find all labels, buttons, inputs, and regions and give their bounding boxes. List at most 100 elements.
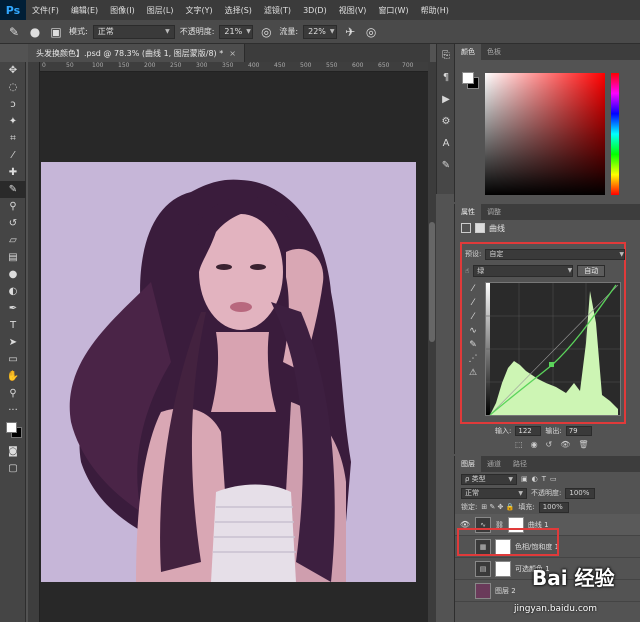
menu-select[interactable]: 选择(S) (219, 5, 258, 16)
menu-help[interactable]: 帮助(H) (415, 5, 455, 16)
mode-select[interactable]: 正常 ▼ (92, 24, 175, 39)
lock-icons[interactable]: ⊞ ✎ ✥ 🔒 (481, 503, 514, 511)
tab-channels[interactable]: 通道 (481, 456, 507, 472)
brush-preset-icon[interactable]: ● (27, 24, 43, 40)
blend-mode-select[interactable]: 正常 ▼ (461, 487, 527, 499)
close-document-icon[interactable]: × (229, 49, 236, 58)
layer-filter-select[interactable]: ρ 类型 ▼ (461, 473, 517, 485)
ruler-tick: 400 (248, 62, 260, 69)
type-tool-icon[interactable]: T (0, 317, 26, 334)
layer-opacity-input[interactable]: 100% (565, 487, 596, 499)
blur-tool-icon[interactable]: ● (0, 266, 26, 283)
color-picker-field[interactable] (485, 73, 605, 195)
brush-panel-icon[interactable]: ▣ (48, 24, 64, 40)
adjustments-panel-icon[interactable]: ⚙ (437, 110, 455, 132)
hand-tool-icon[interactable]: ✋ (0, 368, 26, 385)
hue-slider[interactable] (611, 73, 619, 195)
gray-point-eyedropper-icon[interactable]: ⁄ (466, 298, 480, 312)
eraser-tool-icon[interactable]: ▱ (0, 232, 26, 249)
mask-icon[interactable] (475, 223, 485, 233)
airbrush-icon[interactable]: ✈ (342, 24, 358, 40)
lasso-tool-icon[interactable]: ↄ (0, 96, 26, 113)
delete-icon[interactable]: 🗑 (578, 440, 588, 449)
opacity-input[interactable]: 21% ▼ (219, 24, 254, 39)
history-brush-tool-icon[interactable]: ↺ (0, 215, 26, 232)
crop-tool-icon[interactable]: ⌗ (0, 130, 26, 147)
menu-filter[interactable]: 滤镜(T) (258, 5, 297, 16)
filter-pixel-icon[interactable]: ▣ (521, 475, 528, 483)
pressure-size-icon[interactable]: ◎ (363, 24, 379, 40)
brush-tool-icon[interactable]: ✎ (6, 24, 22, 40)
canvas-scrollbar[interactable] (428, 62, 436, 622)
auto-button[interactable]: 自动 (577, 265, 606, 277)
screen-mode-icon[interactable]: ▢ (0, 460, 26, 477)
menu-view[interactable]: 视图(V) (333, 5, 373, 16)
clip-to-layer-icon[interactable]: ⬚ (515, 440, 523, 449)
tab-color[interactable]: 颜色 (455, 44, 481, 60)
smooth-curve-icon[interactable]: ⋰ (466, 354, 480, 368)
flow-input[interactable]: 22% ▼ (303, 24, 338, 39)
character-panel-icon[interactable]: A (437, 132, 455, 154)
properties-title: 曲线 (489, 223, 505, 233)
dodge-tool-icon[interactable]: ◐ (0, 283, 26, 300)
scroll-thumb[interactable] (429, 222, 435, 342)
pressure-opacity-icon[interactable]: ◎ (258, 24, 274, 40)
quick-select-tool-icon[interactable]: ✦ (0, 113, 26, 130)
color-swatches[interactable] (0, 419, 25, 443)
curve-edit-icon[interactable]: ∿ (466, 326, 480, 340)
document-tab[interactable]: 头发换颜色】.psd @ 78.3% (曲线 1, 图层蒙版/8) * × (28, 44, 245, 62)
clone-stamp-tool-icon[interactable]: ⚲ (0, 198, 26, 215)
output-value[interactable]: 79 (565, 426, 592, 436)
shape-tool-icon[interactable]: ▭ (0, 351, 26, 368)
menu-window[interactable]: 窗口(W) (372, 5, 414, 16)
eyedropper-tool-icon[interactable]: ⁄ (0, 147, 26, 164)
view-previous-icon[interactable]: ◉ (531, 440, 538, 449)
marquee-tool-icon[interactable]: ◌ (0, 79, 26, 96)
black-point-eyedropper-icon[interactable]: ⁄ (466, 284, 480, 298)
path-select-tool-icon[interactable]: ➤ (0, 334, 26, 351)
tab-layers[interactable]: 图层 (455, 456, 481, 472)
move-tool-icon[interactable]: ✥ (0, 62, 26, 79)
more-tools-icon[interactable]: ··· (0, 402, 26, 419)
brush-tool-active-icon[interactable]: ✎ (0, 181, 26, 198)
document-image[interactable] (41, 162, 416, 582)
quick-mask-icon[interactable]: ◙ (0, 443, 26, 460)
canvas-area[interactable] (40, 72, 428, 622)
tab-adjustments[interactable]: 调整 (481, 204, 507, 220)
white-point-eyedropper-icon[interactable]: ⁄ (466, 312, 480, 326)
menu-image[interactable]: 图像(I) (104, 5, 141, 16)
fill-input[interactable]: 100% (538, 501, 569, 513)
actions-panel-icon[interactable]: ▶ (437, 88, 455, 110)
input-value[interactable]: 122 (515, 426, 542, 436)
clipping-warning-icon[interactable]: ⚠ (466, 368, 480, 382)
opacity-label: 不透明度: (179, 27, 215, 36)
tool-presets-icon[interactable]: ✎ (437, 154, 455, 176)
target-adjust-icon[interactable]: ☝ (465, 267, 469, 275)
healing-tool-icon[interactable]: ✚ (0, 164, 26, 181)
tab-properties[interactable]: 属性 (455, 204, 481, 220)
curves-plot (486, 283, 620, 416)
menu-layer[interactable]: 图层(L) (141, 5, 180, 16)
zoom-tool-icon[interactable]: ⚲ (0, 385, 26, 402)
gradient-tool-icon[interactable]: ▤ (0, 249, 26, 266)
filter-adjust-icon[interactable]: ◐ (532, 475, 538, 483)
menu-type[interactable]: 文字(Y) (179, 5, 218, 16)
menu-edit[interactable]: 编辑(E) (65, 5, 104, 16)
history-panel-icon[interactable]: ⎘ (437, 44, 455, 66)
menu-file[interactable]: 文件(F) (26, 5, 65, 16)
channel-select[interactable]: 绿 ▼ (473, 265, 574, 277)
reset-icon[interactable]: ↺ (546, 440, 553, 449)
curves-graph[interactable] (485, 282, 621, 416)
tab-paths[interactable]: 路径 (507, 456, 533, 472)
menu-3d[interactable]: 3D(D) (297, 6, 333, 15)
filter-shape-icon[interactable]: ▭ (550, 475, 557, 483)
pen-tool-icon[interactable]: ✒ (0, 300, 26, 317)
paragraph-panel-icon[interactable]: ¶ (437, 66, 455, 88)
preset-select[interactable]: 自定 ▼ (485, 248, 625, 260)
tab-swatches[interactable]: 色板 (481, 44, 507, 60)
visibility-icon[interactable]: 👁 (560, 440, 570, 449)
panel-foreground-swatch[interactable] (462, 72, 474, 84)
pencil-edit-icon[interactable]: ✎ (466, 340, 480, 354)
filter-type-icon[interactable]: T (542, 475, 546, 483)
foreground-color-swatch[interactable] (6, 422, 17, 433)
